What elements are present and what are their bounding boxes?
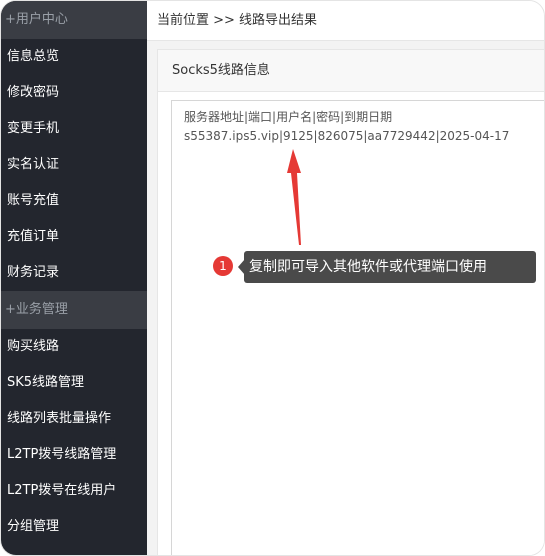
app-window: +用户中心 信息总览 修改密码 变更手机 实名认证 账号充值 充值订单 财务记录…	[0, 0, 545, 556]
annotation-text: 复制即可导入其他软件或代理端口使用	[244, 251, 536, 283]
annotation-number-badge: 1	[213, 256, 233, 276]
